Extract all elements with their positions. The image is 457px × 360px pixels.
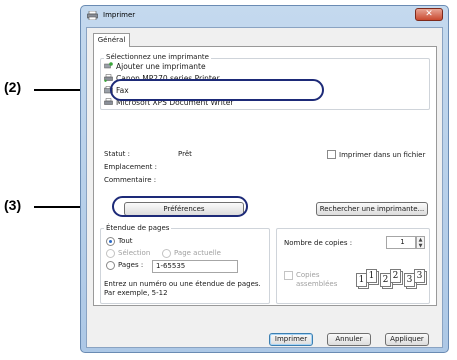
- callout-3-highlight: [112, 196, 248, 217]
- callout-2-label: (2): [4, 79, 22, 95]
- print-to-file-checkbox[interactable]: [327, 150, 336, 159]
- printer-icon: [87, 11, 98, 20]
- collate-page: 2: [390, 269, 401, 283]
- add-printer-icon: [104, 62, 113, 69]
- copies-spinner[interactable]: ▲ ▼: [416, 236, 425, 249]
- print-dialog-window: Imprimer ✕ Général Sélectionnez une impr…: [80, 5, 449, 353]
- callout-2-highlight: [110, 79, 324, 101]
- printer-icon: [104, 74, 113, 82]
- page-range-all-radio[interactable]: [106, 237, 115, 246]
- spin-down-icon: ▼: [418, 243, 423, 249]
- page-range-current-radio[interactable]: [162, 249, 171, 258]
- find-printer-button[interactable]: Rechercher une imprimante...: [316, 202, 428, 216]
- collate-page: 1: [366, 269, 377, 283]
- apply-button[interactable]: Appliquer: [385, 333, 429, 346]
- dialog-client-area: Général Sélectionnez une imprimante Ajou…: [86, 27, 443, 348]
- printer-item-label: Ajouter une imprimante: [116, 62, 206, 71]
- status-value: Prêt: [178, 150, 192, 158]
- collate-page: 3: [414, 269, 425, 283]
- collate-label: Copies assemblées: [296, 271, 338, 288]
- close-icon: ✕: [425, 9, 433, 19]
- print-to-file-label: Imprimer dans un fichier: [339, 151, 426, 159]
- page-range-group-label: Étendue de pages: [104, 224, 172, 232]
- collate-checkbox[interactable]: [284, 271, 293, 280]
- callout-3-label: (3): [4, 197, 22, 213]
- printer-select-group-label: Sélectionnez une imprimante: [104, 53, 211, 61]
- cancel-button[interactable]: Annuler: [327, 333, 371, 346]
- page-range-pages-label: Pages :: [118, 261, 144, 269]
- copies-input[interactable]: 1: [386, 236, 416, 249]
- pages-input[interactable]: 1-65535: [152, 260, 238, 273]
- close-button[interactable]: ✕: [415, 8, 443, 21]
- page-range-hint: Entrez un numéro ou une étendue de pages…: [104, 280, 261, 297]
- status-label: Statut :: [104, 150, 130, 158]
- printer-item-add[interactable]: Ajouter une imprimante: [104, 61, 294, 73]
- collate-illustration: 1 1 2 2 3 3: [356, 269, 426, 291]
- window-title: Imprimer: [103, 11, 136, 19]
- copies-count-label: Nombre de copies :: [284, 239, 353, 247]
- tab-general[interactable]: Général: [93, 33, 130, 47]
- location-label: Emplacement :: [104, 163, 157, 171]
- print-button[interactable]: Imprimer: [269, 333, 313, 346]
- comment-label: Commentaire :: [104, 176, 157, 184]
- page-range-all-label: Tout: [118, 237, 133, 245]
- title-bar[interactable]: Imprimer ✕: [81, 6, 448, 26]
- page-range-selection-label: Sélection: [118, 249, 151, 257]
- printer-icon: [104, 98, 113, 105]
- page-range-pages-radio[interactable]: [106, 261, 115, 270]
- page-range-selection-radio[interactable]: [106, 249, 115, 258]
- page-range-current-label: Page actuelle: [174, 249, 221, 257]
